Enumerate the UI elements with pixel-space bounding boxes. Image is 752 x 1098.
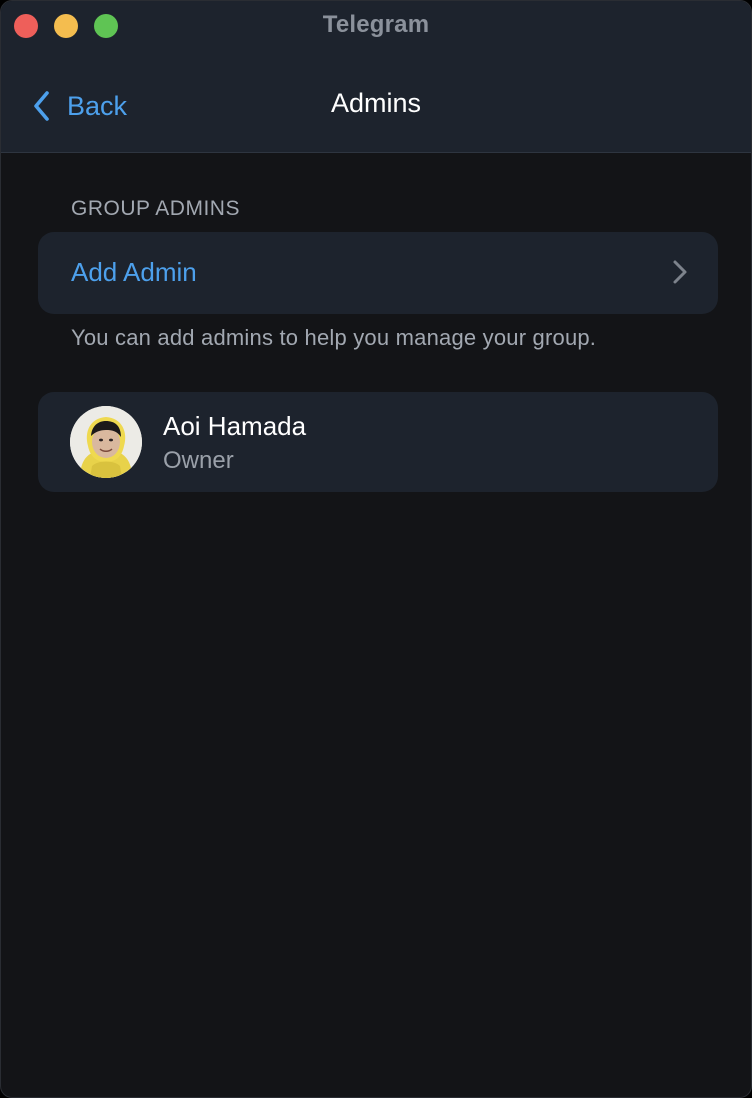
window-title: Telegram xyxy=(322,11,430,38)
telegram-window: Telegram Back Admins GROUP ADMINS Add Ad… xyxy=(0,0,752,1098)
admin-list-item[interactable]: Aoi Hamada Owner xyxy=(38,392,718,492)
navigation-bar: Back Admins xyxy=(1,53,751,153)
admin-role: Owner xyxy=(163,447,234,474)
title-bar: Telegram xyxy=(1,1,751,53)
avatar xyxy=(70,406,142,478)
section-footer-hint: You can add admins to help you manage yo… xyxy=(71,325,597,350)
add-admin-button[interactable]: Add Admin xyxy=(38,232,718,314)
section-header-group-admins: GROUP ADMINS xyxy=(71,197,240,220)
chevron-right-icon xyxy=(673,260,687,284)
add-admin-label: Add Admin xyxy=(71,257,197,287)
admin-name: Aoi Hamada xyxy=(163,411,307,441)
avatar-photo-image xyxy=(70,406,142,478)
page-title: Admins xyxy=(330,88,422,118)
